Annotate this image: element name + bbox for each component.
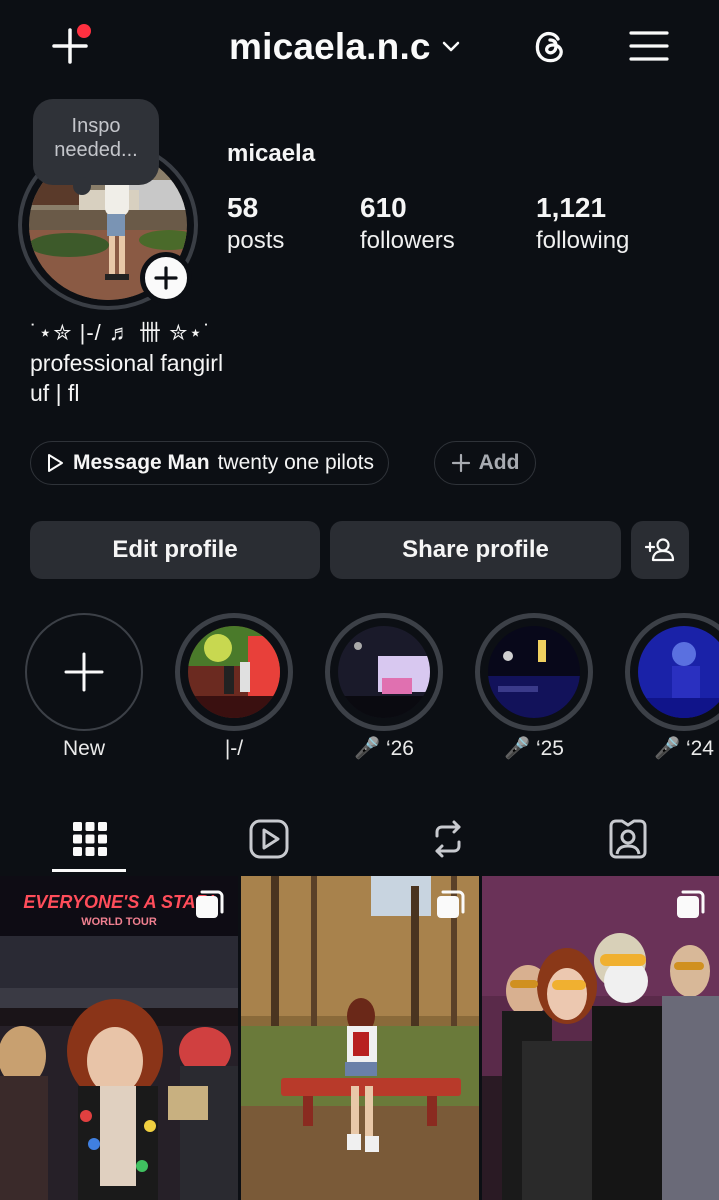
add-person-icon bbox=[645, 538, 675, 562]
discover-people-button[interactable] bbox=[631, 521, 689, 579]
highlight-cover bbox=[175, 613, 293, 731]
note-bubble[interactable]: Inspo needed... bbox=[33, 99, 159, 195]
post-thumbnail[interactable] bbox=[482, 876, 719, 1200]
highlight-label: New bbox=[62, 737, 105, 760]
threads-icon bbox=[535, 31, 563, 63]
highlight-label: |-/ bbox=[224, 737, 244, 760]
hamburger-menu-icon bbox=[629, 31, 669, 61]
reposts-icon bbox=[435, 820, 461, 858]
highlight-item[interactable]: 🎤 ‘24 bbox=[625, 613, 719, 761]
new-highlight-circle bbox=[25, 613, 143, 731]
highlight-item[interactable]: 🎤 ‘25 bbox=[475, 613, 593, 761]
add-label: Add bbox=[478, 451, 520, 474]
following-count: 1,121 bbox=[536, 192, 607, 223]
carousel-icon bbox=[437, 890, 465, 918]
edit-profile-button[interactable]: Edit profile bbox=[30, 521, 320, 579]
plus-icon bbox=[451, 453, 470, 473]
song-artist: twenty one pilots bbox=[217, 451, 374, 474]
tab-reposts[interactable] bbox=[408, 805, 488, 873]
display-name: micaela bbox=[227, 140, 316, 167]
chevron-down-icon bbox=[442, 41, 459, 52]
new-highlight[interactable]: New bbox=[25, 613, 143, 761]
plus-icon bbox=[154, 266, 178, 290]
account-switcher[interactable]: micaela.n.c bbox=[229, 24, 461, 70]
menu-button[interactable] bbox=[627, 24, 671, 68]
following-stat[interactable]: 1,121 following bbox=[536, 190, 629, 256]
followers-stat[interactable]: 610 followers bbox=[360, 190, 455, 256]
song-title: Message Man bbox=[73, 451, 210, 474]
carousel-icon bbox=[196, 890, 224, 918]
bio-line-1: ˙⋆✮ |-/ ♬ 卌 ✮⋆˙ bbox=[30, 320, 212, 345]
profile-music-pill[interactable]: Message Man twenty one pilots bbox=[30, 441, 389, 485]
tab-posts-grid[interactable] bbox=[50, 805, 130, 873]
top-bar: micaela.n.c bbox=[0, 0, 719, 95]
share-profile-button[interactable]: Share profile bbox=[330, 521, 621, 579]
highlight-cover bbox=[625, 613, 719, 731]
create-button[interactable] bbox=[48, 24, 92, 68]
following-label: following bbox=[536, 227, 630, 254]
followers-label: followers bbox=[360, 227, 455, 254]
highlight-label: 🎤 ‘26 bbox=[353, 737, 414, 760]
bio: ˙⋆✮ |-/ ♬ 卌 ✮⋆˙ professional fangirl uf … bbox=[30, 318, 223, 408]
highlight-label: 🎤 ‘25 bbox=[503, 737, 564, 760]
posts-label: posts bbox=[227, 227, 285, 254]
header-username: micaela.n.c bbox=[229, 26, 431, 67]
threads-button[interactable] bbox=[528, 24, 572, 68]
followers-count: 610 bbox=[360, 192, 407, 223]
add-link-button[interactable]: Add bbox=[434, 441, 536, 485]
posts-count: 58 bbox=[227, 192, 259, 223]
play-icon bbox=[48, 454, 63, 472]
post-thumbnail[interactable] bbox=[241, 876, 479, 1200]
highlight-label: 🎤 ‘24 bbox=[653, 737, 714, 760]
posts-stat[interactable]: 58 posts bbox=[227, 190, 284, 256]
reels-icon bbox=[249, 819, 289, 859]
highlight-cover bbox=[325, 613, 443, 731]
carousel-icon bbox=[677, 890, 705, 918]
post-thumbnail[interactable]: EVERYONE'S A STAR! WORLD TOUR bbox=[0, 876, 238, 1200]
tab-reels[interactable] bbox=[229, 805, 309, 873]
grid-icon bbox=[73, 822, 107, 856]
bio-line-3: uf | fl bbox=[30, 380, 80, 406]
tab-tagged[interactable] bbox=[588, 805, 668, 873]
tagged-icon bbox=[609, 819, 647, 859]
highlight-item[interactable]: |-/ bbox=[175, 613, 293, 761]
highlight-item[interactable]: 🎤 ‘26 bbox=[325, 613, 443, 761]
bio-line-2: professional fangirl bbox=[30, 350, 224, 376]
add-story-button[interactable] bbox=[140, 252, 192, 304]
highlight-cover bbox=[475, 613, 593, 731]
notification-dot bbox=[77, 24, 91, 38]
profile-screen: micaela.n.c Inspo needed... micaela 58 p… bbox=[0, 0, 719, 1200]
active-tab-indicator bbox=[52, 869, 126, 872]
plus-icon bbox=[64, 652, 104, 692]
